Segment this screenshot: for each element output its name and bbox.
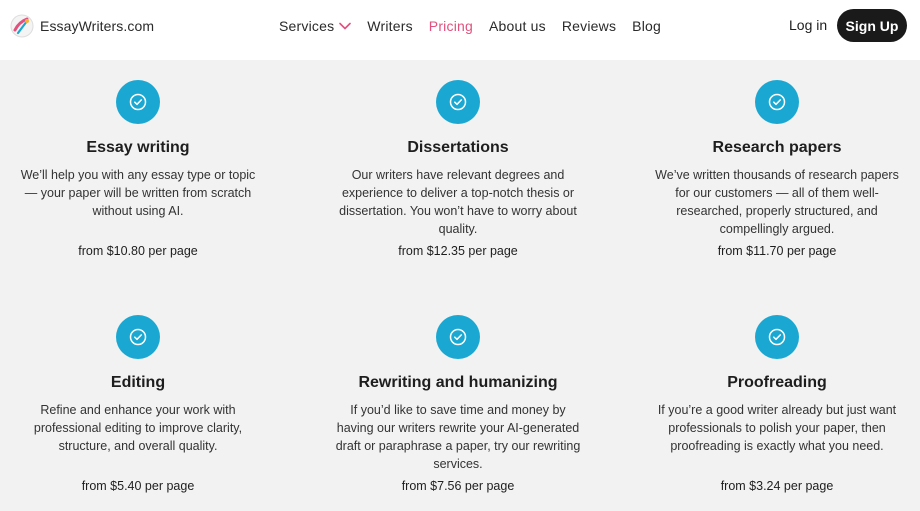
- service-price: from $12.35 per page: [398, 244, 518, 258]
- check-circle-icon: [436, 80, 480, 124]
- logo-icon: [10, 14, 34, 38]
- service-title: Essay writing: [86, 139, 190, 156]
- nav-item-label: Writers: [367, 18, 413, 34]
- service-description: We’ll help you with any essay type or to…: [20, 168, 256, 218]
- check-circle-icon: [116, 315, 160, 359]
- service-card-rewriting-and-humanizing: Rewriting and humanizing If you’d like t…: [333, 315, 583, 493]
- service-price: from $3.24 per page: [720, 479, 834, 493]
- nav-item-label: Services: [279, 18, 335, 34]
- service-description: Refine and enhance your work with profes…: [33, 403, 243, 453]
- site-header: EssayWriters.com Services Writers Pricin…: [0, 0, 920, 60]
- service-description: If you’re a good writer already but just…: [657, 403, 897, 453]
- check-circle-icon: [436, 315, 480, 359]
- nav-item-label: Pricing: [428, 18, 473, 34]
- service-description: Our writers have relevant degrees and ex…: [339, 168, 577, 236]
- service-price: from $7.56 per page: [401, 479, 515, 493]
- nav-item-label: Reviews: [561, 18, 617, 34]
- nav-item-pricing[interactable]: Pricing: [429, 18, 473, 34]
- nav-item-label: About us: [488, 18, 546, 34]
- service-card-research-papers: Research papers We’ve written thousands …: [652, 80, 902, 258]
- chevron-down-icon: [339, 22, 352, 30]
- main-nav: Services Writers Pricing About us Review…: [279, 17, 677, 35]
- check-circle-icon: [116, 80, 160, 124]
- service-description: We’ve written thousands of research pape…: [655, 168, 899, 236]
- service-card-proofreading: Proofreading If you’re a good writer alr…: [652, 315, 902, 493]
- service-card-editing: Editing Refine and enhance your work wit…: [13, 315, 263, 493]
- service-price: from $5.40 per page: [81, 479, 195, 493]
- service-card-essay-writing: Essay writing We’ll help you with any es…: [13, 80, 263, 258]
- nav-item-label: Blog: [632, 18, 661, 34]
- service-title: Research papers: [712, 139, 842, 156]
- service-title: Proofreading: [727, 374, 827, 391]
- brand-name: EssayWriters.com: [40, 18, 155, 34]
- nav-item-services[interactable]: Services: [279, 18, 352, 34]
- signup-button[interactable]: Sign Up: [837, 9, 907, 42]
- service-title: Editing: [110, 374, 166, 391]
- nav-item-reviews[interactable]: Reviews: [562, 18, 616, 34]
- service-description: If you’d like to save time and money by …: [335, 403, 581, 471]
- service-price: from $11.70 per page: [717, 244, 837, 258]
- service-price: from $10.80 per page: [78, 244, 198, 258]
- check-circle-icon: [755, 315, 799, 359]
- service-title: Rewriting and humanizing: [358, 374, 558, 391]
- brand-logo[interactable]: EssayWriters.com: [10, 12, 154, 40]
- check-circle-icon: [755, 80, 799, 124]
- login-link[interactable]: Log in: [789, 17, 827, 33]
- nav-item-about-us[interactable]: About us: [489, 18, 546, 34]
- nav-item-blog[interactable]: Blog: [632, 18, 661, 34]
- service-card-dissertations: Dissertations Our writers have relevant …: [333, 80, 583, 258]
- service-title: Dissertations: [407, 139, 509, 156]
- nav-item-writers[interactable]: Writers: [367, 18, 412, 34]
